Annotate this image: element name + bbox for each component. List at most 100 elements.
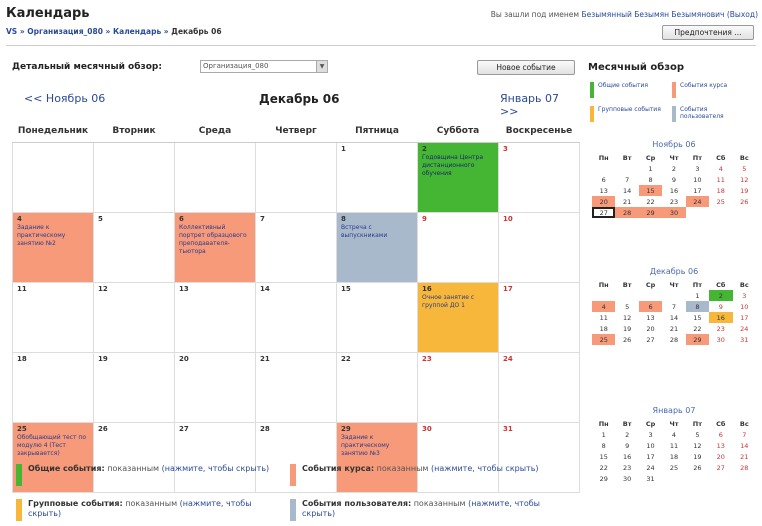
- breadcrumb-course[interactable]: Организация_080: [27, 27, 103, 36]
- mini-day[interactable]: 29: [685, 334, 710, 345]
- mini-day[interactable]: 21: [615, 196, 638, 207]
- day-cell[interactable]: 18: [12, 351, 94, 423]
- mini-day[interactable]: 9: [709, 301, 732, 312]
- day-cell[interactable]: 28: [255, 421, 337, 493]
- mini-day[interactable]: 19: [686, 451, 709, 462]
- mini-day[interactable]: 3: [733, 290, 756, 301]
- mini-day[interactable]: 29: [592, 473, 615, 484]
- mini-day[interactable]: 11: [662, 440, 685, 451]
- logout-link[interactable]: (Выход): [727, 10, 758, 19]
- day-cell[interactable]: 22: [336, 351, 418, 423]
- mini-day[interactable]: 4: [592, 301, 616, 312]
- mini-month-title[interactable]: Декабрь 06: [592, 267, 756, 279]
- mini-day[interactable]: 9: [615, 440, 638, 451]
- mini-day[interactable]: 8: [592, 440, 615, 451]
- mini-month-title[interactable]: Январь 07: [592, 406, 756, 418]
- day-number[interactable]: 13: [179, 285, 189, 293]
- mini-day[interactable]: 24: [733, 323, 756, 334]
- mini-day[interactable]: 22: [592, 462, 615, 473]
- day-cell[interactable]: 27: [174, 421, 256, 493]
- event-link[interactable]: Встреча с выпускниками: [341, 224, 414, 240]
- day-number[interactable]: 24: [503, 355, 513, 363]
- day-cell[interactable]: 31: [498, 421, 580, 493]
- mini-day[interactable]: 31: [639, 473, 662, 484]
- mini-day[interactable]: 13: [592, 185, 615, 196]
- mini-day[interactable]: 23: [662, 196, 685, 207]
- day-cell[interactable]: 11: [12, 281, 94, 353]
- mini-day[interactable]: 25: [662, 462, 685, 473]
- mini-day[interactable]: 11: [709, 174, 732, 185]
- day-number[interactable]: 11: [17, 285, 27, 293]
- day-cell[interactable]: 19: [93, 351, 175, 423]
- mini-day[interactable]: 12: [686, 440, 709, 451]
- mini-day[interactable]: 1: [639, 163, 662, 174]
- side-legend-group[interactable]: Групповые события: [590, 106, 670, 122]
- legend-course-toggle[interactable]: (нажмите, чтобы скрыть): [431, 464, 539, 473]
- mini-day[interactable]: 27: [639, 334, 662, 345]
- mini-day[interactable]: 30: [709, 334, 732, 345]
- day-number[interactable]: 28: [260, 425, 270, 433]
- day-cell[interactable]: 15: [336, 281, 418, 353]
- mini-day[interactable]: 5: [733, 163, 756, 174]
- mini-day[interactable]: 20: [709, 451, 732, 462]
- day-cell[interactable]: 9: [417, 211, 499, 283]
- mini-day[interactable]: 3: [686, 163, 709, 174]
- mini-day[interactable]: 7: [615, 174, 638, 185]
- mini-day[interactable]: 6: [592, 174, 615, 185]
- mini-day[interactable]: 2: [709, 290, 733, 301]
- mini-day[interactable]: 20: [639, 323, 662, 334]
- mini-day[interactable]: 7: [733, 429, 756, 440]
- day-cell-with-event[interactable]: 4 Задание к практическому занятию №2: [12, 211, 94, 283]
- mini-day[interactable]: 28: [733, 462, 756, 473]
- day-number[interactable]: 22: [341, 355, 351, 363]
- breadcrumb-home[interactable]: VS: [6, 27, 17, 36]
- day-cell[interactable]: 14: [255, 281, 337, 353]
- mini-day[interactable]: 5: [686, 429, 709, 440]
- mini-day[interactable]: 18: [592, 323, 615, 334]
- breadcrumb-calendar[interactable]: Календарь: [113, 27, 161, 36]
- mini-day[interactable]: 10: [733, 301, 756, 312]
- day-number[interactable]: 29: [341, 425, 351, 433]
- side-legend-global[interactable]: Общие события: [590, 82, 670, 98]
- mini-day[interactable]: 16: [662, 185, 685, 196]
- mini-day[interactable]: 19: [733, 185, 756, 196]
- mini-day[interactable]: 4: [662, 429, 685, 440]
- day-number[interactable]: 27: [179, 425, 189, 433]
- mini-day[interactable]: 2: [615, 429, 638, 440]
- mini-day[interactable]: 14: [733, 440, 756, 451]
- day-cell-with-event[interactable]: 6 Коллективный портрет образцового препод…: [174, 211, 256, 283]
- mini-day[interactable]: 28: [615, 207, 639, 218]
- prev-month-link[interactable]: << Ноябрь 06: [24, 92, 105, 105]
- day-number[interactable]: 12: [98, 285, 108, 293]
- next-month-link[interactable]: Январь 07 >>: [500, 92, 580, 118]
- mini-day[interactable]: 10: [686, 174, 709, 185]
- mini-day[interactable]: 12: [615, 312, 638, 323]
- mini-day[interactable]: 9: [662, 174, 685, 185]
- mini-day[interactable]: 21: [733, 451, 756, 462]
- mini-day[interactable]: 24: [639, 462, 662, 473]
- mini-day[interactable]: 25: [709, 196, 732, 207]
- mini-day[interactable]: 14: [615, 185, 638, 196]
- mini-day[interactable]: 16: [709, 312, 733, 323]
- day-number[interactable]: 20: [179, 355, 189, 363]
- new-event-button[interactable]: Новое событие: [477, 60, 575, 75]
- day-number[interactable]: 14: [260, 285, 270, 293]
- day-number[interactable]: 4: [17, 215, 22, 223]
- mini-day[interactable]: 13: [709, 440, 732, 451]
- day-cell[interactable]: 7: [255, 211, 337, 283]
- day-cell[interactable]: 3: [498, 141, 580, 213]
- course-select[interactable]: Организация_080 ▼: [200, 60, 328, 73]
- mini-day[interactable]: 14: [662, 312, 685, 323]
- day-cell-with-event[interactable]: 16 Очное занятие с группой ДО 1: [417, 281, 499, 353]
- mini-day[interactable]: 26: [615, 334, 638, 345]
- mini-day[interactable]: 22: [639, 196, 662, 207]
- event-link[interactable]: Очное занятие с группой ДО 1: [422, 294, 495, 310]
- day-cell-with-event[interactable]: 8 Встреча с выпускниками: [336, 211, 418, 283]
- day-cell-with-event[interactable]: 25 Обобщающий тест по модулю 4 (Тест закр…: [12, 421, 94, 493]
- mini-day[interactable]: 17: [686, 185, 709, 196]
- mini-day[interactable]: 27: [709, 462, 732, 473]
- day-cell[interactable]: 23: [417, 351, 499, 423]
- mini-day[interactable]: 18: [709, 185, 732, 196]
- mini-month-title[interactable]: Ноябрь 06: [592, 140, 756, 152]
- mini-day[interactable]: 25: [592, 334, 616, 345]
